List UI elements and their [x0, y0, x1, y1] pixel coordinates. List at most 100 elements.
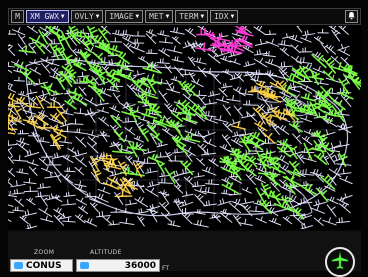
wind-barb-tick: [34, 103, 35, 107]
wind-barb-tick: [264, 90, 265, 95]
wind-barb-tick: [150, 106, 151, 110]
bell-button[interactable]: [345, 10, 358, 23]
menu-button-image-label: IMAGE: [109, 11, 133, 22]
wind-barb-tick: [79, 129, 80, 133]
wind-barb-tick: [332, 89, 333, 94]
wind-barb-tick: [233, 95, 234, 100]
wind-barb-tick: [282, 41, 283, 45]
wind-barb-tick: [136, 143, 137, 149]
wind-barb-tick: [268, 89, 269, 95]
menu-button-term[interactable]: TERM ▼: [175, 10, 208, 23]
wind-barb-tick: [301, 107, 302, 112]
bell-icon: [347, 11, 356, 23]
wind-barb-tick: [125, 63, 126, 67]
wind-barb: [211, 45, 229, 46]
wind-barb-tick: [265, 169, 266, 174]
wind-barb-tick: [235, 133, 236, 136]
zoom-icon: [14, 262, 23, 269]
wind-barb-tick: [29, 117, 30, 121]
altitude-button[interactable]: 36000: [76, 259, 160, 272]
wind-barb: [65, 171, 75, 172]
wind-barb-tick: [212, 215, 213, 218]
wind-barb-tick: [197, 210, 198, 213]
bottom-control-strip: ZOOM ALTITUDE CONUS 36000 FT: [8, 231, 361, 271]
wind-barb-tick: [209, 201, 210, 205]
wind-barb-tick: [304, 106, 305, 112]
wind-barb-tick: [125, 208, 126, 212]
wind-barb-tick: [204, 43, 205, 49]
top-menu-bar: M XM GWX ▼ OVLY ▼ IMAGE ▼ MET ▼ TERM ▼ I…: [8, 8, 361, 25]
wind-barb-tick: [246, 72, 247, 75]
wind-barb: [24, 191, 38, 192]
airplane-icon: [329, 249, 351, 275]
wind-barb-tick: [293, 83, 294, 88]
wind-barb-tick: [269, 51, 270, 55]
wind-barb-tick: [257, 51, 258, 55]
wind-barb-tick: [43, 138, 44, 142]
map-background: [8, 26, 361, 229]
chevron-down-icon: ▼: [231, 11, 235, 22]
menu-button-met[interactable]: MET ▼: [145, 10, 173, 23]
wind-barb-tick: [67, 90, 68, 93]
wind-barb-tick: [130, 200, 131, 204]
wind-barb-tick: [343, 169, 344, 173]
wind-barb-tick: [22, 169, 23, 173]
weather-map-svg: [8, 26, 361, 229]
wind-barb-tick: [110, 86, 111, 90]
chevron-down-icon: ▼: [136, 11, 140, 22]
wind-barb-tick: [141, 209, 142, 213]
wind-barb-tick: [226, 190, 227, 194]
wind-barb-tick: [121, 146, 122, 153]
wind-barb-tick: [231, 47, 232, 52]
wind-barb-tick: [20, 169, 21, 172]
chevron-down-icon: ▼: [166, 11, 170, 22]
wind-barb-tick: [161, 79, 162, 83]
wind-barb-tick: [206, 202, 207, 206]
wind-barb-tick: [241, 28, 242, 33]
wind-barb: [69, 124, 83, 125]
menu-button-idx[interactable]: IDX ▼: [210, 10, 238, 23]
zoom-value: CONUS: [26, 261, 62, 271]
airplane-button[interactable]: [325, 247, 355, 277]
weather-map[interactable]: [8, 26, 361, 229]
wind-barb-tick: [244, 137, 245, 142]
menu-button-xm-gwx-label: XM GWX: [30, 11, 59, 22]
wind-barb-tick: [205, 188, 206, 192]
wind-barb-tick: [226, 83, 227, 87]
wind-barb-tick: [159, 143, 160, 146]
wind-barb: [179, 213, 194, 214]
wind-barb-tick: [148, 169, 149, 173]
wind-barb-tick: [146, 111, 147, 115]
menu-button-xm-gwx[interactable]: XM GWX ▼: [26, 10, 69, 23]
wind-barb-tick: [175, 57, 176, 60]
wind-barb-tick: [65, 138, 66, 142]
wind-barb: [85, 196, 96, 197]
wind-barb-tick: [29, 179, 30, 183]
wind-barb-tick: [270, 151, 271, 157]
menu-button-met-label: MET: [149, 11, 163, 22]
wind-barb-tick: [153, 106, 154, 111]
menu-button-m[interactable]: M: [11, 10, 24, 23]
wind-barb-tick: [260, 50, 261, 55]
wind-barb-tick: [210, 100, 211, 104]
wind-barb-tick: [199, 209, 200, 213]
chevron-down-icon: ▼: [200, 11, 204, 22]
menu-button-ovly[interactable]: OVLY ▼: [71, 10, 104, 23]
wind-barb-tick: [80, 109, 81, 114]
wind-barb-tick: [228, 47, 229, 51]
altitude-unit: FT: [162, 265, 169, 272]
wind-barb-tick: [43, 183, 44, 187]
wind-barb-tick: [291, 84, 292, 88]
wind-barb-tick: [198, 131, 199, 135]
wind-barb-tick: [318, 145, 319, 150]
wind-barb-tick: [332, 110, 333, 115]
wind-barb-tick: [187, 134, 188, 139]
zoom-button[interactable]: CONUS: [10, 259, 73, 272]
menu-button-image[interactable]: IMAGE ▼: [105, 10, 143, 23]
wind-barb-tick: [207, 149, 208, 154]
wind-barb-tick: [198, 173, 199, 177]
wind-barb-tick: [113, 86, 114, 90]
wind-barb-tick: [138, 158, 139, 162]
wind-barb-tick: [51, 172, 52, 177]
menu-button-idx-label: IDX: [214, 11, 228, 22]
